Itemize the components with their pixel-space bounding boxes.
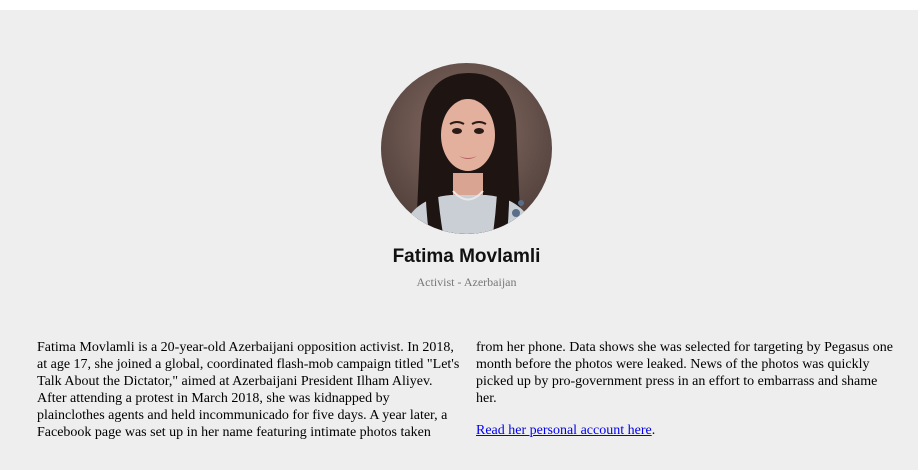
profile-name: Fatima Movlamli — [392, 246, 541, 267]
portrait-image — [381, 63, 552, 234]
personal-account-line: Read her personal account here. — [476, 422, 899, 439]
profile-panel: Fatima Movlamli Activist - Azerbaijan Fa… — [0, 10, 918, 470]
bio-section: Fatima Movlamli is a 20-year-old Azerbai… — [37, 339, 899, 448]
profile-photo — [381, 63, 552, 234]
profile-subtitle: Activist - Azerbaijan — [416, 275, 517, 289]
link-suffix: . — [651, 423, 656, 438]
personal-account-link[interactable]: Read her personal account here — [476, 423, 652, 438]
